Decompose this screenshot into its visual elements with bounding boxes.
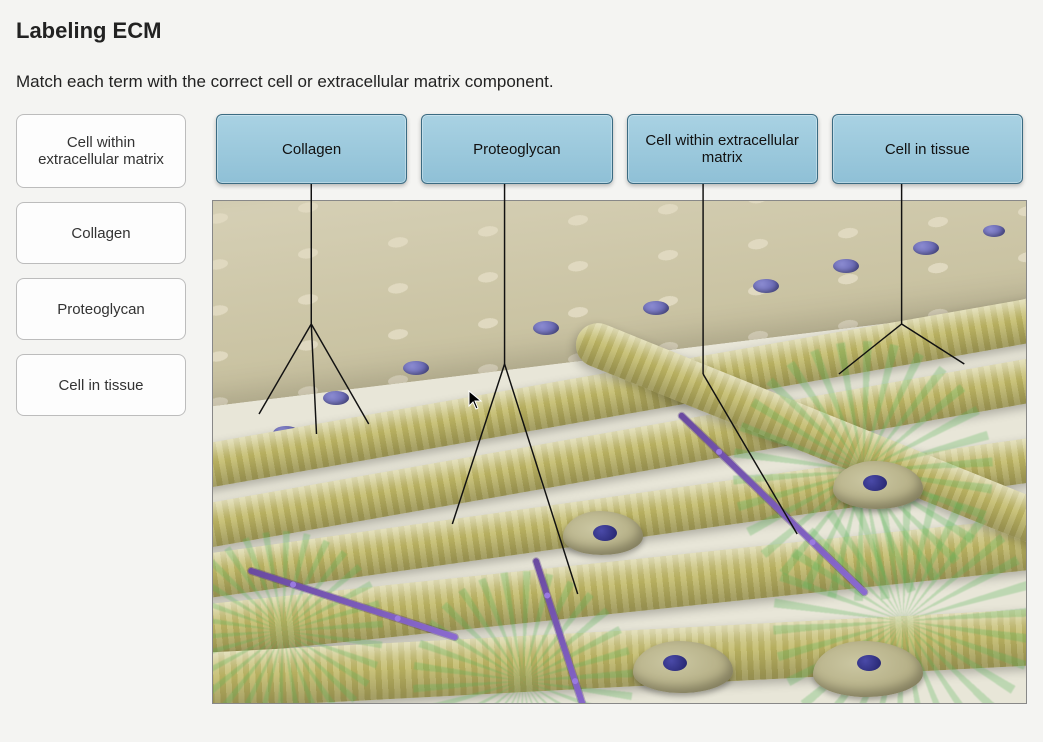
cell-nucleus — [403, 361, 429, 375]
target-drop-proteoglycan[interactable]: Proteoglycan — [421, 114, 612, 184]
target-row: Collagen Proteoglycan Cell within extrac… — [212, 114, 1027, 184]
diagram-area: Collagen Proteoglycan Cell within extrac… — [212, 114, 1027, 704]
source-chip-column: Cell within extracellular matrix Collage… — [16, 114, 186, 416]
source-chip[interactable]: Collagen — [16, 202, 186, 264]
cell-nucleus — [833, 259, 859, 273]
cell-nucleus — [983, 225, 1005, 237]
page-title: Labeling ECM — [16, 18, 1027, 44]
cell-nucleus — [533, 321, 559, 335]
cell-nucleus — [753, 279, 779, 293]
instruction-text: Match each term with the correct cell or… — [16, 72, 1027, 92]
cursor-icon — [468, 390, 482, 410]
workspace: Cell within extracellular matrix Collage… — [16, 114, 1027, 704]
source-chip[interactable]: Cell within extracellular matrix — [16, 114, 186, 188]
target-drop-collagen[interactable]: Collagen — [216, 114, 407, 184]
target-drop-cell-tissue[interactable]: Cell in tissue — [832, 114, 1023, 184]
target-drop-cell-ecm[interactable]: Cell within extracellular matrix — [627, 114, 818, 184]
cell-nucleus — [643, 301, 669, 315]
source-chip[interactable]: Proteoglycan — [16, 278, 186, 340]
ecm-illustration — [212, 200, 1027, 704]
cell-nucleus — [913, 241, 939, 255]
source-chip[interactable]: Cell in tissue — [16, 354, 186, 416]
cell-nucleus — [323, 391, 349, 405]
